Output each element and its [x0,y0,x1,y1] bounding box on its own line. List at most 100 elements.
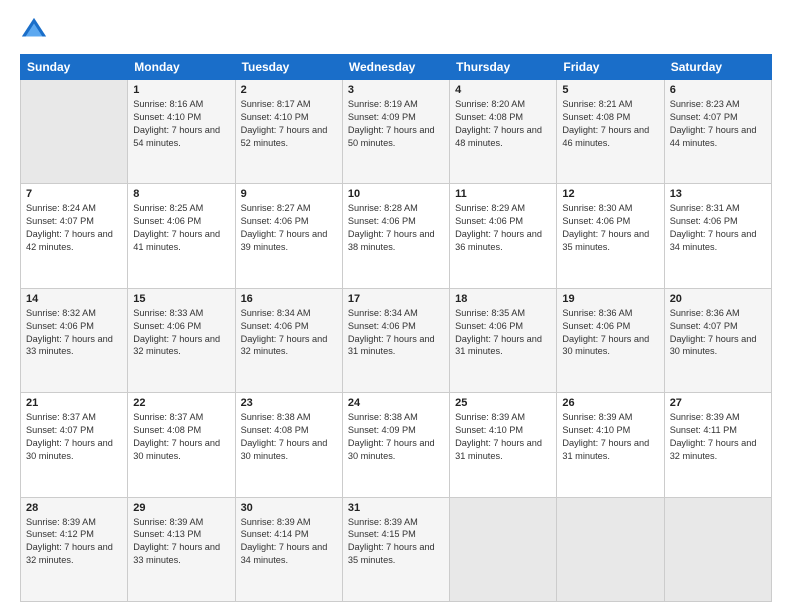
day-number: 10 [348,188,444,200]
sunrise-label: Sunrise: 8:35 AM [455,308,525,318]
sunrise-label: Sunrise: 8:39 AM [562,412,632,422]
sunrise-label: Sunrise: 8:17 AM [241,99,311,109]
calendar-cell: 23Sunrise: 8:38 AMSunset: 4:08 PMDayligh… [235,393,342,497]
day-info: Sunrise: 8:39 AM Sunset: 4:10 PM Daylight:… [562,411,658,463]
sunset-label: Sunset: 4:06 PM [562,321,630,331]
sunrise-label: Sunrise: 8:27 AM [241,203,311,213]
calendar-cell [450,497,557,601]
calendar-cell: 2Sunrise: 8:17 AMSunset: 4:10 PMDaylight… [235,80,342,184]
logo [20,16,52,44]
day-number: 9 [241,188,337,200]
day-info: Sunrise: 8:34 AMSunset: 4:06 PMDaylight:… [241,307,337,359]
sunset-label: Sunset: 4:10 PM [562,425,630,435]
day-info: Sunrise: 8:34 AMSunset: 4:06 PMDaylight:… [348,307,444,359]
day-info: Sunrise: 8:20 AMSunset: 4:08 PMDaylight:… [455,98,551,150]
calendar-cell: 4Sunrise: 8:20 AMSunset: 4:08 PMDaylight… [450,80,557,184]
sunrise-label: Sunrise: 8:31 AM [670,203,740,213]
calendar-cell [557,497,664,601]
sunrise-label: Sunrise: 8:23 AM [670,99,740,109]
sunset-label: Sunset: 4:06 PM [562,216,630,226]
daylight-label: Daylight: 7 hours and 52 minutes. [241,125,328,148]
header-row: SundayMondayTuesdayWednesdayThursdayFrid… [21,55,772,80]
sunset-label: Sunset: 4:06 PM [26,321,94,331]
daylight-label: Daylight: 7 hours and 33 minutes. [26,334,113,357]
day-number: 22 [133,397,229,409]
day-info: Sunrise: 8:32 AMSunset: 4:06 PMDaylight:… [26,307,122,359]
sunset-label: Sunset: 4:08 PM [133,425,201,435]
header-day-friday: Friday [557,55,664,80]
daylight-label: Daylight: 7 hours and 30 minutes. [133,438,220,461]
header-day-monday: Monday [128,55,235,80]
calendar-cell: 6Sunrise: 8:23 AMSunset: 4:07 PMDaylight… [664,80,771,184]
day-number: 19 [562,293,658,305]
calendar-cell: 26Sunrise: 8:39 AMSunset: 4:10 PMDayligh… [557,393,664,497]
calendar-cell: 19Sunrise: 8:36 AMSunset: 4:06 PMDayligh… [557,288,664,392]
day-number: 18 [455,293,551,305]
sunset-label: Sunset: 4:06 PM [133,216,201,226]
day-info: Sunrise: 8:39 AMSunset: 4:13 PMDaylight:… [133,516,229,568]
sunrise-label: Sunrise: 8:30 AM [562,203,632,213]
day-info: Sunrise: 8:29 AMSunset: 4:06 PMDaylight:… [455,202,551,254]
sunset-label: Sunset: 4:10 PM [455,425,523,435]
sunset-label: Sunset: 4:10 PM [133,112,201,122]
day-info: Sunrise: 8:38 AMSunset: 4:09 PMDaylight:… [348,411,444,463]
sunset-label: Sunset: 4:07 PM [670,112,738,122]
calendar-cell: 14Sunrise: 8:32 AMSunset: 4:06 PMDayligh… [21,288,128,392]
day-info: Sunrise: 8:36 AMSunset: 4:07 PMDaylight:… [670,307,766,359]
day-number: 24 [348,397,444,409]
header-day-thursday: Thursday [450,55,557,80]
day-info: Sunrise: 8:31 AMSunset: 4:06 PMDaylight:… [670,202,766,254]
daylight-label: Daylight: 7 hours and 31 minutes. [348,334,435,357]
daylight-label: Daylight: 7 hours and 44 minutes. [670,125,757,148]
daylight-label: Daylight: 7 hours and 39 minutes. [241,229,328,252]
calendar-cell: 8Sunrise: 8:25 AMSunset: 4:06 PMDaylight… [128,184,235,288]
day-info: Sunrise: 8:16 AMSunset: 4:10 PMDaylight:… [133,98,229,150]
calendar-cell: 31Sunrise: 8:39 AMSunset: 4:15 PMDayligh… [342,497,449,601]
daylight-label: Daylight: 7 hours and 30 minutes. [348,438,435,461]
day-number: 17 [348,293,444,305]
calendar-cell: 20 Sunrise: 8:36 AMSunset: 4:07 PMDayligh… [664,288,771,392]
sunset-label: Sunset: 4:06 PM [455,216,523,226]
day-info: Sunrise: 8:39 AMSunset: 4:11 PMDaylight:… [670,411,766,463]
calendar-cell: 17 Sunrise: 8:34 AMSunset: 4:06 PMDayligh… [342,288,449,392]
sunrise-label: Sunrise: 8:38 AM [348,412,418,422]
sunrise-label: Sunrise: 8:39 AM [26,517,96,527]
header [20,16,772,44]
calendar-cell: 16Sunrise: 8:34 AMSunset: 4:06 PMDayligh… [235,288,342,392]
calendar-cell: 25Sunrise: 8:39 AMSunset: 4:10 PMDayligh… [450,393,557,497]
day-info: Sunrise: 8:39 AMSunset: 4:12 PMDaylight:… [26,516,122,568]
day-info: Sunrise: 8:39 AMSunset: 4:14 PMDaylight:… [241,516,337,568]
day-info: Sunrise: 8:28 AMSunset: 4:06 PMDaylight:… [348,202,444,254]
calendar-header: SundayMondayTuesdayWednesdayThursdayFrid… [21,55,772,80]
day-number: 20 [670,293,766,305]
header-day-saturday: Saturday [664,55,771,80]
day-info: Sunrise: 8:24 AMSunset: 4:07 PMDaylight:… [26,202,122,254]
sunset-label: Sunset: 4:08 PM [455,112,523,122]
calendar-cell: 21Sunrise: 8:37 AMSunset: 4:07 PMDayligh… [21,393,128,497]
day-info: Sunrise: 8:39 AMSunset: 4:10 PMDaylight:… [455,411,551,463]
week-row-1: 7 Sunrise: 8:24 AMSunset: 4:07 PMDaylight… [21,184,772,288]
daylight-label: Daylight: 7 hours and 42 minutes. [26,229,113,252]
daylight-label: Daylight: 7 hours and 30 minutes. [241,438,328,461]
calendar-cell: 1Sunrise: 8:16 AMSunset: 4:10 PMDaylight… [128,80,235,184]
sunset-label: Sunset: 4:07 PM [26,425,94,435]
day-info: Sunrise: 8:19 AMSunset: 4:09 PMDaylight:… [348,98,444,150]
sunset-label: Sunset: 4:12 PM [26,529,94,539]
day-info: Sunrise: 8:37 AM Sunset: 4:08 PM Daylight:… [133,411,229,463]
day-number: 15 [133,293,229,305]
day-number: 13 [670,188,766,200]
daylight-label: Daylight: 7 hours and 31 minutes. [562,438,649,461]
sunset-label: Sunset: 4:09 PM [348,112,416,122]
sunrise-label: Sunrise: 8:37 AM [133,412,203,422]
sunrise-label: Sunrise: 8:39 AM [133,517,203,527]
daylight-label: Daylight: 7 hours and 34 minutes. [241,542,328,565]
calendar-cell: 7 Sunrise: 8:24 AMSunset: 4:07 PMDaylight… [21,184,128,288]
daylight-label: Daylight: 7 hours and 36 minutes. [455,229,542,252]
sunset-label: Sunset: 4:06 PM [241,321,309,331]
day-number: 7 [26,188,122,200]
header-day-tuesday: Tuesday [235,55,342,80]
daylight-label: Daylight: 7 hours and 54 minutes. [133,125,220,148]
sunrise-label: Sunrise: 8:24 AM [26,203,96,213]
calendar-table: SundayMondayTuesdayWednesdayThursdayFrid… [20,54,772,602]
day-info: Sunrise: 8:25 AMSunset: 4:06 PMDaylight:… [133,202,229,254]
